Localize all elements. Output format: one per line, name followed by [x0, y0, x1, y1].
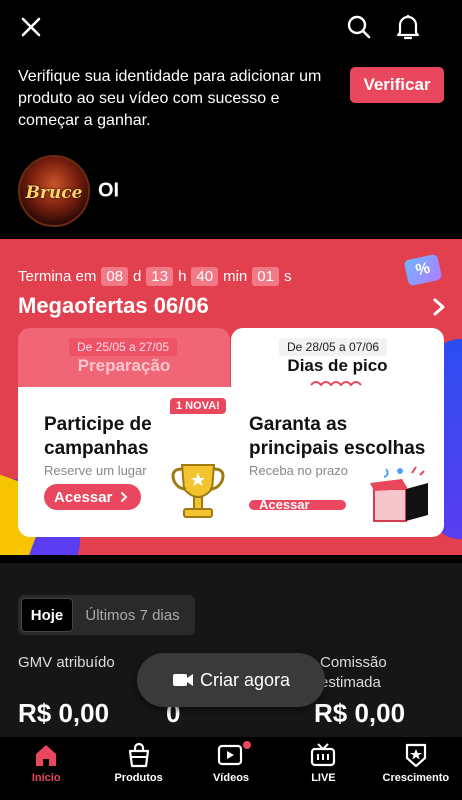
profile-name: OI — [98, 179, 218, 203]
countdown-seconds: 01 — [252, 267, 279, 286]
countdown: Termina em 08 d 13 h 40 min 01 s — [18, 267, 291, 286]
commission-label-line2: estimada — [320, 674, 381, 691]
period-today-button[interactable]: Hoje — [21, 598, 73, 632]
tab-label: Preparação — [77, 356, 171, 375]
period-7-days-button[interactable]: Últimos 7 dias — [73, 607, 192, 624]
promo-title[interactable]: Megaofertas 06/06 — [18, 293, 209, 319]
bell-icon[interactable] — [390, 9, 426, 45]
gmv-label: GMV atribuído — [18, 654, 115, 671]
search-icon[interactable] — [341, 9, 377, 45]
tab-preparation[interactable]: De 25/05 a 27/05 Preparação — [18, 328, 230, 388]
tab-peak-days[interactable]: De 28/05 a 07/06 Dias de pico — [231, 328, 444, 392]
bottom-nav: Início Produtos Vídeos LIVE Crescimento — [0, 737, 462, 800]
offers-panel: Participe de campanhas Reserve um lugar … — [18, 387, 444, 537]
gmv-value: R$ 0,00 — [18, 698, 110, 728]
nav-label: Vídeos — [212, 772, 250, 784]
nav-label: Início — [31, 772, 61, 784]
nav-item-inicio[interactable]: Início — [0, 737, 92, 800]
commission-label-line1: Comissão — [320, 654, 387, 671]
name-redaction — [121, 179, 218, 203]
nav-item-live[interactable]: LIVE — [277, 737, 369, 800]
card-title: Participe de campanhas — [44, 414, 152, 459]
nav-label: LIVE — [311, 772, 336, 784]
countdown-label: Termina em — [18, 268, 97, 285]
nav-item-crescimento[interactable]: Crescimento — [370, 737, 462, 800]
avatar[interactable]: Bruce — [18, 155, 90, 227]
notification-dot — [243, 741, 252, 749]
countdown-hours: 13 — [146, 267, 174, 286]
nav-label: Produtos — [114, 772, 163, 784]
card-title: Garanta as principais escolhas — [249, 414, 426, 459]
countdown-minutes: 40 — [191, 267, 219, 286]
nav-label: Crescimento — [382, 772, 450, 784]
stats-section: Hoje Últimos 7 dias GMV atribuído R$ 0,0… — [0, 563, 462, 737]
gift-box-icon — [370, 466, 428, 522]
video-camera-icon — [172, 672, 194, 688]
create-now-button[interactable]: Criar agora — [137, 653, 325, 707]
tab-date: De 25/05 a 27/05 — [69, 338, 178, 356]
shopping-bag-icon — [126, 741, 152, 769]
period-toggle: Hoje Últimos 7 dias — [18, 595, 195, 635]
access-button-label: Acessar — [54, 488, 113, 506]
star-badge-icon — [403, 741, 429, 769]
profile-name-text: OI — [98, 179, 120, 202]
new-badge: 1 NOVA! — [170, 398, 226, 414]
close-icon[interactable] — [13, 9, 49, 45]
tab-label: Dias de pico — [287, 356, 388, 375]
verify-button[interactable]: Verificar — [350, 67, 444, 103]
percent-tag-icon: % — [403, 253, 443, 287]
access-button[interactable]: Acessar — [249, 500, 346, 510]
countdown-days-unit: d — [133, 268, 142, 285]
countdown-minutes-unit: min — [223, 268, 248, 285]
commission-value: R$ 0,00 — [314, 698, 406, 728]
nav-item-produtos[interactable]: Produtos — [92, 737, 184, 800]
profile-header: Bruce OI — [18, 154, 218, 228]
tab-date: De 28/05 a 07/06 — [279, 338, 388, 356]
commission-label: Comissão estimada — [320, 653, 387, 693]
trophy-icon — [171, 464, 225, 518]
promo-section: Termina em 08 d 13 h 40 min 01 s % Megao… — [0, 239, 462, 555]
countdown-hours-unit: h — [178, 268, 187, 285]
create-now-label: Criar agora — [199, 669, 291, 690]
chevron-right-icon[interactable] — [430, 295, 448, 319]
access-button[interactable]: Acessar — [44, 484, 141, 510]
countdown-seconds-unit: s — [283, 268, 292, 285]
nav-item-videos[interactable]: Vídeos — [185, 737, 277, 800]
top-bar — [0, 0, 462, 56]
video-icon — [217, 741, 252, 769]
chevron-right-icon — [121, 492, 128, 502]
verify-message: Verifique sua identidade para adicionar … — [18, 68, 322, 129]
countdown-days: 08 — [101, 267, 129, 286]
home-icon — [33, 741, 59, 769]
avatar-logo-text: Bruce — [25, 183, 83, 203]
live-tv-icon — [309, 741, 337, 769]
